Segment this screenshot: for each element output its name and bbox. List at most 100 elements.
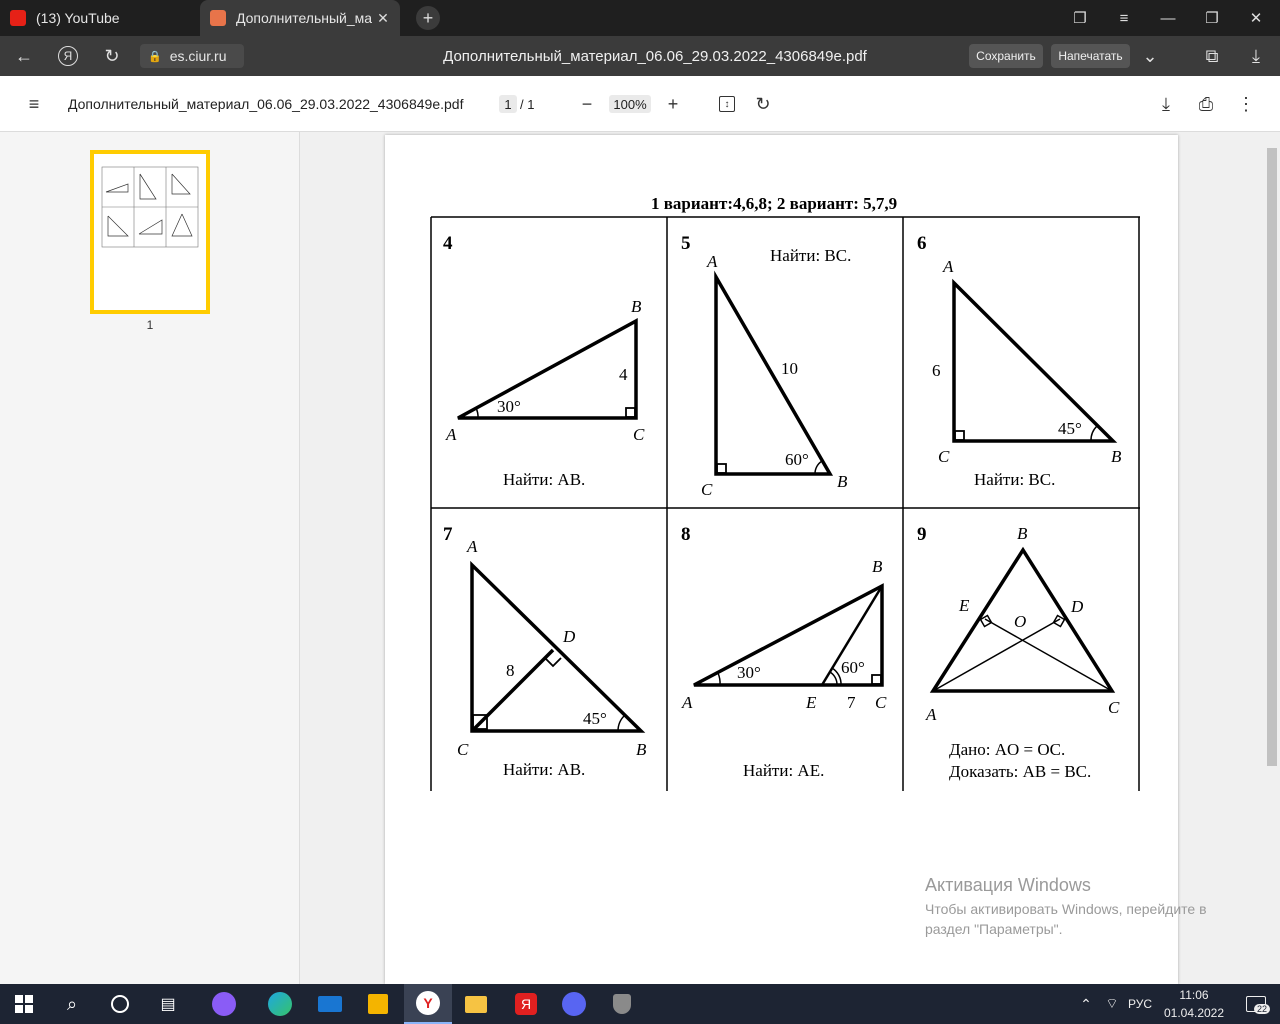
save-button[interactable]: Сохранить — [969, 44, 1043, 68]
task-view-icon[interactable]: ▤ — [144, 984, 192, 1024]
vertex-label: C — [701, 480, 713, 499]
angle-arc — [617, 714, 626, 732]
vertex-label: B — [636, 740, 647, 759]
mail-icon[interactable] — [306, 984, 354, 1024]
thumbnail-preview — [101, 166, 199, 248]
vertex-label: A — [706, 252, 718, 271]
reload-icon[interactable]: ↻ — [92, 36, 132, 76]
url-text: es.ciur.ru — [169, 48, 227, 64]
cortana-icon[interactable] — [96, 984, 144, 1024]
task-text: Найти: AE. — [743, 761, 824, 780]
angle-label: 60° — [841, 658, 865, 677]
yandex-browser-icon[interactable]: Y — [404, 984, 452, 1024]
yandex-icon[interactable]: Я — [502, 984, 550, 1024]
minimize-button[interactable]: — — [1146, 0, 1190, 36]
problem-number: 9 — [917, 524, 927, 545]
clock[interactable]: 11:06 01.04.2022 — [1162, 986, 1226, 1022]
triangle — [714, 270, 834, 476]
url-field[interactable]: 🔒 es.ciur.ru — [140, 44, 244, 68]
start-button[interactable] — [0, 984, 48, 1024]
zoom-in-icon[interactable]: + — [659, 90, 687, 118]
problem-number: 8 — [681, 524, 691, 545]
more-icon[interactable]: ⋮ — [1232, 90, 1260, 118]
task-text: Найти: BC. — [974, 470, 1055, 489]
vertex-label: C — [1108, 698, 1120, 717]
alice-icon[interactable] — [200, 984, 248, 1024]
tab-youtube[interactable]: (13) YouTube — [0, 0, 200, 36]
angle-arc — [829, 671, 838, 686]
vertex-label: E — [958, 596, 970, 615]
activation-subtitle: Чтобы активировать Windows, перейдите в … — [925, 901, 1207, 937]
problem-6: 6 45° 6 A B C Найти: BC. — [917, 233, 1122, 489]
side-label: 4 — [619, 365, 628, 384]
extensions-icon[interactable]: ⧉ — [1192, 36, 1232, 76]
print-icon[interactable]: ⎙ — [1192, 90, 1220, 118]
right-angle-mark — [544, 657, 562, 668]
vertex-label: B — [837, 472, 848, 491]
page-number-input[interactable]: 1 — [499, 95, 517, 113]
angle-label: 45° — [1058, 419, 1082, 438]
problem-grid — [430, 216, 1140, 791]
vertex-label: O — [1014, 612, 1026, 631]
rotate-icon[interactable]: ↻ — [749, 90, 777, 118]
clock-date: 01.04.2022 — [1163, 1006, 1225, 1020]
zoom-out-icon[interactable]: − — [573, 90, 601, 118]
notifications-icon[interactable]: 22 — [1232, 984, 1280, 1024]
fit-page-icon[interactable]: ↕ — [713, 90, 741, 118]
page-thumbnail[interactable] — [90, 150, 210, 314]
tab-pdf[interactable]: Дополнительный_мате ✕ — [200, 0, 400, 36]
download-icon[interactable]: ⤓ — [1152, 90, 1180, 118]
side-label: 10 — [781, 359, 798, 378]
chevron-down-icon[interactable]: ⌄ — [1130, 36, 1170, 76]
new-tab-button[interactable]: + — [416, 6, 440, 30]
altitude-AD — [932, 618, 1061, 692]
right-angle-mark — [625, 407, 636, 418]
discord-icon[interactable] — [550, 984, 598, 1024]
angle-arc — [717, 672, 721, 686]
vertex-label: B — [872, 557, 883, 576]
download-icon[interactable]: ⤓ — [1236, 36, 1276, 76]
thumbnail-page-number: 1 — [146, 318, 154, 332]
vertex-label: C — [457, 740, 469, 759]
network-icon[interactable]: ⌔ — [1096, 984, 1128, 1024]
restore-button[interactable]: ❐ — [1190, 0, 1234, 36]
yandex-icon[interactable]: Я — [48, 36, 88, 76]
angle-label: 30° — [497, 397, 521, 416]
close-window-button[interactable]: ✕ — [1234, 0, 1278, 36]
vertex-label: A — [681, 693, 693, 712]
pdf-icon — [210, 10, 226, 26]
language-indicator[interactable]: РУС — [1128, 984, 1152, 1024]
back-icon[interactable]: ← — [4, 36, 44, 76]
vertex-label: A — [445, 425, 457, 444]
angle-label: 30° — [737, 663, 761, 682]
collections-icon[interactable]: ❐ — [1058, 0, 1102, 36]
task-text: Найти: AB. — [503, 760, 585, 779]
scrollbar-thumb[interactable] — [1267, 148, 1277, 766]
game-icon[interactable] — [598, 984, 646, 1024]
vertex-label: E — [805, 693, 817, 712]
close-icon[interactable]: ✕ — [372, 10, 394, 27]
prove-text: Доказать: AB = BC. — [949, 762, 1091, 781]
angle-arc — [814, 460, 823, 475]
print-button[interactable]: Напечатать — [1051, 44, 1130, 68]
vertex-label: D — [1070, 597, 1084, 616]
problem-number: 5 — [681, 233, 691, 254]
edge-icon[interactable] — [256, 984, 304, 1024]
angle-label: 60° — [785, 450, 809, 469]
search-icon[interactable]: ⌕ — [48, 984, 96, 1024]
pdf-filename: Дополнительный_материал_06.06_29.03.2022… — [68, 96, 464, 112]
folder-icon[interactable] — [452, 984, 500, 1024]
side-label: 7 — [847, 693, 856, 712]
problem-number: 7 — [443, 524, 453, 545]
problem-7: 7 45° 8 A B C D Найти: AB. — [443, 524, 647, 779]
problem-4: 4 30° 4 A B C Найти: AB. — [443, 233, 645, 489]
vertex-label: C — [875, 693, 887, 712]
zoom-level[interactable]: 100% — [609, 95, 651, 113]
vertex-label: B — [1017, 524, 1028, 543]
vertex-label: A — [466, 537, 478, 556]
right-angle-mark — [954, 430, 965, 441]
menu-icon[interactable]: ≡ — [1102, 0, 1146, 36]
vertex-label: C — [633, 425, 645, 444]
store-icon[interactable] — [354, 984, 402, 1024]
hamburger-icon[interactable]: ≡ — [20, 90, 48, 118]
